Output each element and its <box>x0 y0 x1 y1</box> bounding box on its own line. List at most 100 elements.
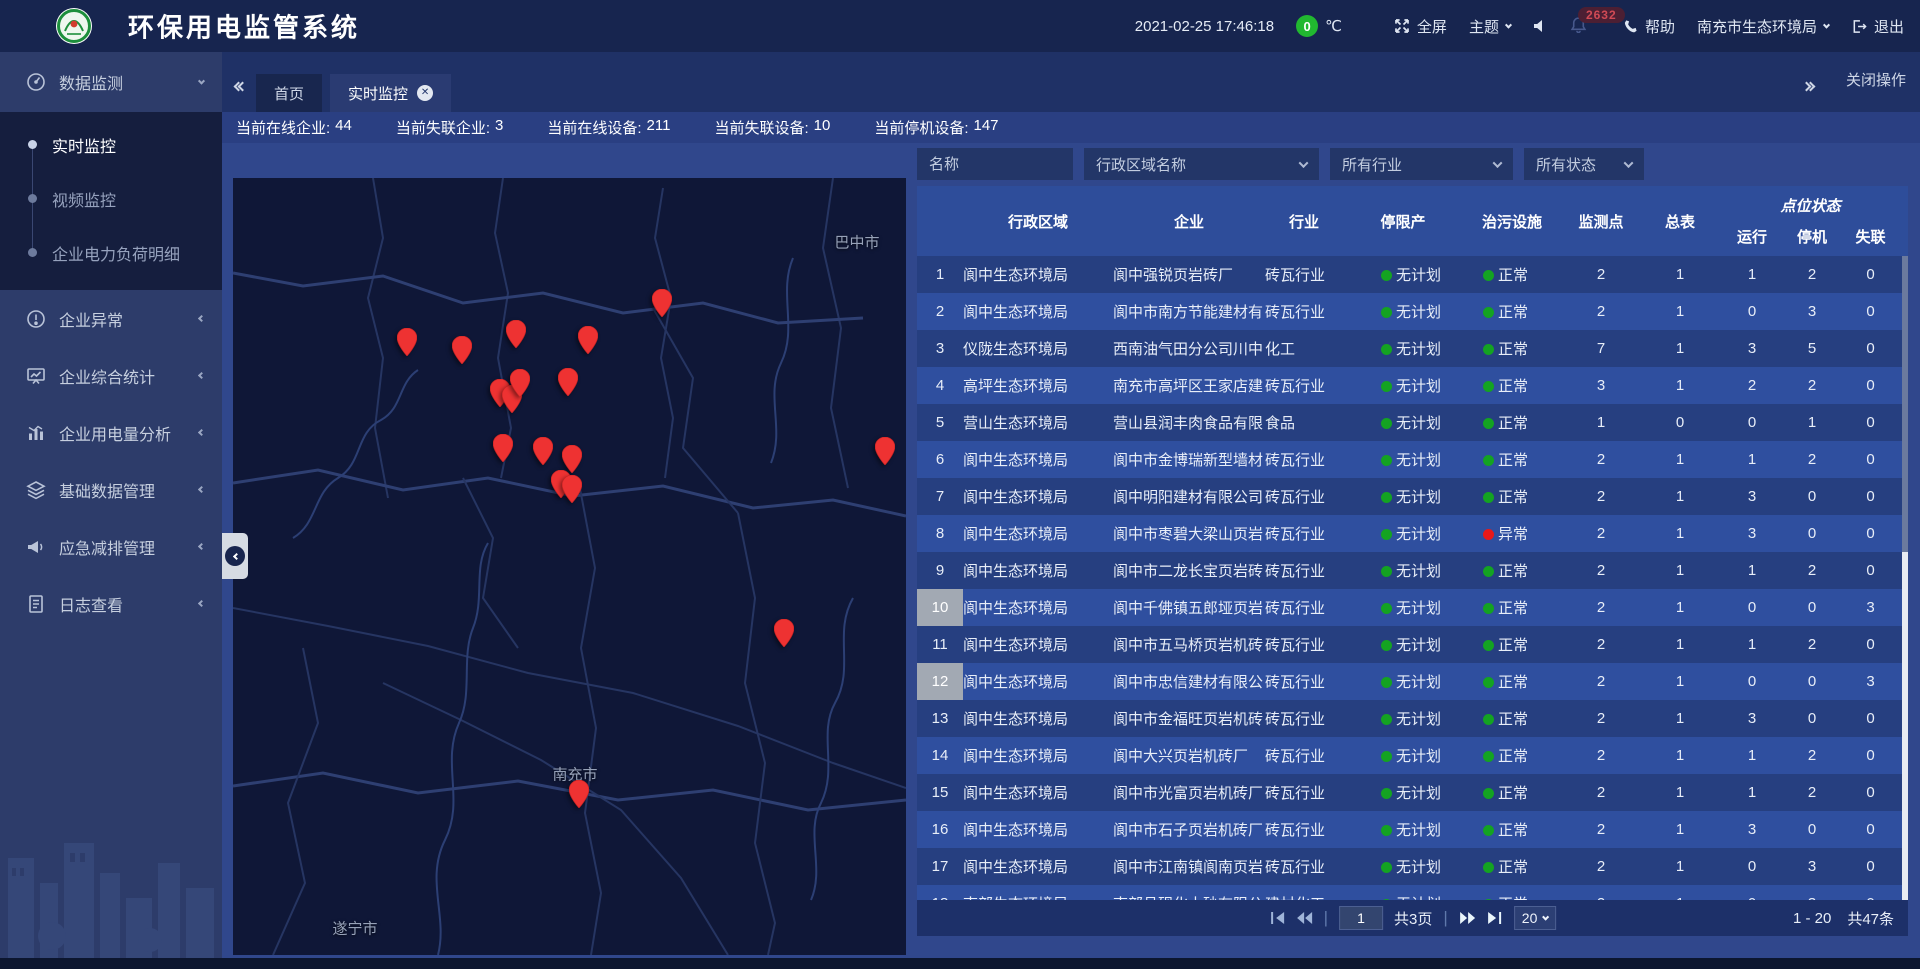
theme-dropdown[interactable]: 主题 <box>1469 16 1511 37</box>
map-pin[interactable] <box>397 328 417 356</box>
row-company: 阆中市五马桥页岩机砖 <box>1113 634 1265 655</box>
table-row[interactable]: 18南部生态环境局南部县砚化土砂有限公建材化工无计划正常21030 <box>917 885 1908 900</box>
map-pin[interactable] <box>562 475 582 503</box>
map-pin[interactable] <box>452 336 472 364</box>
table-row[interactable]: 7阆中生态环境局阆中明阳建材有限公司砖瓦行业无计划正常21300 <box>917 478 1908 515</box>
org-dropdown[interactable]: 南充市生态环境局 <box>1697 16 1829 37</box>
panel-collapse-button[interactable] <box>222 533 248 579</box>
page-number-input[interactable] <box>1339 906 1383 930</box>
row-meter-count: 1 <box>1641 858 1719 875</box>
map-pin[interactable] <box>558 368 578 396</box>
table-row[interactable]: 11阆中生态环境局阆中市五马桥页岩机砖砖瓦行业无计划正常21120 <box>917 626 1908 663</box>
sidebar-group-1[interactable]: 数据监测 <box>0 52 222 112</box>
map-pin[interactable] <box>569 780 589 808</box>
sidebar-item-视频监控[interactable]: 视频监控 <box>0 172 222 226</box>
table-row[interactable]: 6阆中生态环境局阆中市金博瑞新型墙材砖瓦行业无计划正常21120 <box>917 441 1908 478</box>
tab-realtime-monitor[interactable]: 实时监控 ✕ <box>330 74 451 112</box>
map-city-label: 遂宁市 <box>332 918 377 939</box>
status-dot-green <box>1483 492 1494 503</box>
row-index: 4 <box>917 367 963 404</box>
map-pin[interactable] <box>533 437 553 465</box>
map-pin[interactable] <box>652 289 672 317</box>
map-pin[interactable] <box>493 434 513 462</box>
status-dot-green <box>1483 307 1494 318</box>
row-plan-status: 无计划 <box>1343 338 1463 359</box>
name-filter-input[interactable] <box>917 148 1073 180</box>
status-dot-green <box>1381 344 1392 355</box>
fullscreen-button[interactable]: 全屏 <box>1394 16 1447 37</box>
status-dot-green <box>1483 788 1494 799</box>
table-row[interactable]: 13阆中生态环境局阆中市金福旺页岩机砖砖瓦行业无计划正常21300 <box>917 700 1908 737</box>
table-row[interactable]: 9阆中生态环境局阆中市二龙长宝页岩砖砖瓦行业无计划正常21120 <box>917 552 1908 589</box>
map-pin[interactable] <box>562 445 582 473</box>
sidebar-group-3[interactable]: 企业综合统计 <box>0 347 222 404</box>
row-company: 阆中市石子页岩机砖厂 <box>1113 819 1265 840</box>
table-row[interactable]: 14阆中生态环境局阆中大兴页岩机砖厂砖瓦行业无计划正常21120 <box>917 737 1908 774</box>
row-lost-count: 0 <box>1839 562 1902 579</box>
row-company: 阆中市南方节能建材有 <box>1113 301 1265 322</box>
speaker-icon[interactable] <box>1533 19 1548 33</box>
close-operations-button[interactable]: 关闭操作 <box>1846 69 1906 90</box>
row-company: 阆中市金福旺页岩机砖 <box>1113 708 1265 729</box>
map-pin[interactable] <box>875 437 895 465</box>
stat-value: 211 <box>647 117 671 138</box>
row-meter-count: 1 <box>1641 636 1719 653</box>
table-row[interactable]: 8阆中生态环境局阆中市枣碧大梁山页岩砖瓦行业无计划异常21300 <box>917 515 1908 552</box>
sidebar-group-6[interactable]: 应急减排管理 <box>0 518 222 575</box>
chevron-left-icon <box>232 552 239 559</box>
chevron-down-icon <box>1505 21 1512 28</box>
col-run-header: 运行 <box>1719 226 1785 247</box>
row-company: 西南油气田分公司川中 <box>1113 338 1265 359</box>
table-row[interactable]: 17阆中生态环境局阆中市江南镇阆南页岩砖瓦行业无计划正常21030 <box>917 848 1908 885</box>
map-panel[interactable]: 巴中市南充市遂宁市 <box>233 178 906 955</box>
tab-close-icon[interactable]: ✕ <box>417 85 433 101</box>
sidebar-group-5[interactable]: 基础数据管理 <box>0 461 222 518</box>
table-row[interactable]: 1阆中生态环境局阆中强锐页岩砖厂砖瓦行业无计划正常21120 <box>917 256 1908 293</box>
tabs-scroll-right-button[interactable] <box>1806 83 1814 90</box>
row-facility-status: 正常 <box>1463 745 1561 766</box>
sidebar-group-4[interactable]: 企业用电量分析 <box>0 404 222 461</box>
tabs-scroll-left-button[interactable] <box>238 83 246 90</box>
prev-page-button[interactable] <box>1296 911 1313 925</box>
table-row[interactable]: 4高坪生态环境局南充市高坪区王家店建砖瓦行业无计划正常31220 <box>917 367 1908 404</box>
map-pin[interactable] <box>510 369 530 397</box>
next-page-button[interactable] <box>1459 911 1476 925</box>
table-row[interactable]: 15阆中生态环境局阆中市光富页岩机砖厂砖瓦行业无计划正常21120 <box>917 774 1908 811</box>
status-filter-select[interactable]: 所有状态 <box>1524 148 1644 180</box>
row-meter-count: 1 <box>1641 525 1719 542</box>
row-region: 阆中生态环境局 <box>963 671 1113 692</box>
phone-icon <box>1623 19 1638 34</box>
scrollbar-thumb[interactable] <box>1902 256 1908 552</box>
map-pin[interactable] <box>506 320 526 348</box>
table-row[interactable]: 2阆中生态环境局阆中市南方节能建材有砖瓦行业无计划正常21030 <box>917 293 1908 330</box>
table-row[interactable]: 5营山生态环境局营山县润丰肉食品有限食品无计划正常10010 <box>917 404 1908 441</box>
sidebar-item-企业电力负荷明细[interactable]: 企业电力负荷明细 <box>0 226 222 280</box>
help-button[interactable]: 帮助 <box>1623 16 1675 37</box>
page-size-select[interactable]: 20 <box>1514 906 1557 930</box>
notification-bell[interactable]: 2632 <box>1570 16 1587 37</box>
table-row[interactable]: 16阆中生态环境局阆中市石子页岩机砖厂砖瓦行业无计划正常21300 <box>917 811 1908 848</box>
region-filter-select[interactable]: 行政区域名称 <box>1084 148 1319 180</box>
row-facility-status: 正常 <box>1463 893 1561 900</box>
first-page-button[interactable] <box>1269 911 1285 925</box>
logout-button[interactable]: 退出 <box>1851 16 1904 37</box>
table-row[interactable]: 10阆中生态环境局阆中千佛镇五郎垭页岩砖瓦行业无计划正常21003 <box>917 589 1908 626</box>
row-plan-status: 无计划 <box>1343 375 1463 396</box>
industry-filter-select[interactable]: 所有行业 <box>1330 148 1513 180</box>
status-dot-green <box>1381 381 1392 392</box>
sidebar-group-7[interactable]: 日志查看 <box>0 575 222 632</box>
row-stop-count: 3 <box>1785 303 1839 320</box>
table-row[interactable]: 12阆中生态环境局阆中市忠信建材有限公砖瓦行业无计划正常21003 <box>917 663 1908 700</box>
last-page-button[interactable] <box>1487 911 1503 925</box>
name-input[interactable] <box>929 156 1061 173</box>
table-scrollbar[interactable] <box>1902 256 1908 900</box>
sidebar-item-实时监控[interactable]: 实时监控 <box>0 118 222 172</box>
sidebar-group-2[interactable]: 企业异常 <box>0 290 222 347</box>
row-facility-status: 正常 <box>1463 819 1561 840</box>
table-row[interactable]: 3仪陇生态环境局西南油气田分公司川中化工无计划正常71350 <box>917 330 1908 367</box>
row-index: 15 <box>917 774 963 811</box>
map-pin[interactable] <box>774 619 794 647</box>
row-facility-status: 正常 <box>1463 856 1561 877</box>
map-pin[interactable] <box>578 326 598 354</box>
tab-home[interactable]: 首页 <box>256 74 322 112</box>
